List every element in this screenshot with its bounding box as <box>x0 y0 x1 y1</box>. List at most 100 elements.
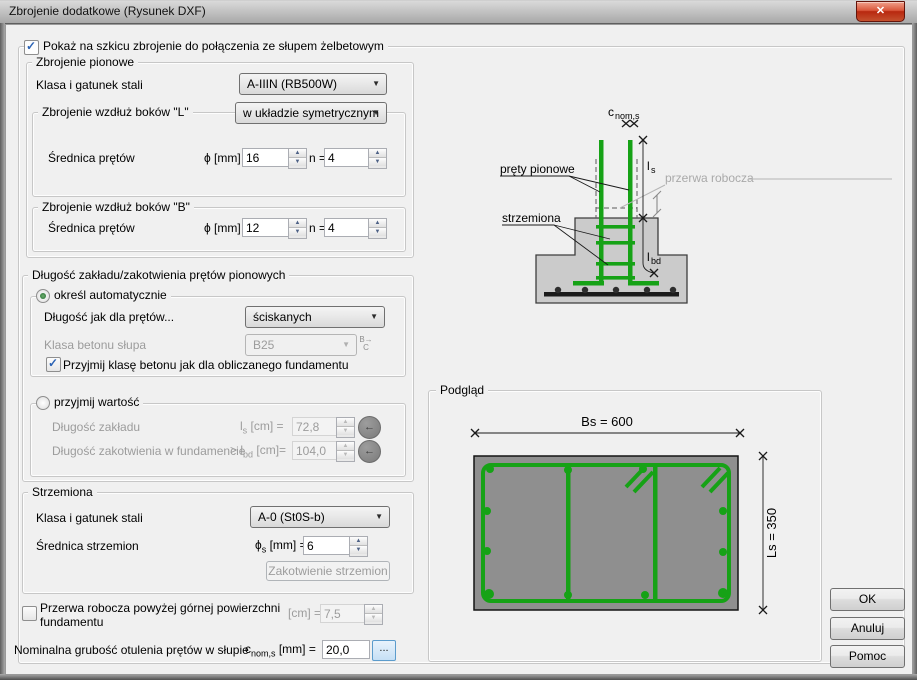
steel-class-select[interactable]: A-IIIN (RB500W) ▼ <box>239 73 387 95</box>
manual-radio[interactable] <box>36 396 50 410</box>
group-sides-b-title: Zbrojenie wzdłuż boków "B" <box>38 200 194 214</box>
cover-symbol-label: cnom,s [mm] = <box>245 642 316 658</box>
spin-up-icon[interactable]: ▲ <box>289 149 306 157</box>
bs-dim-label: Bs = 600 <box>581 414 633 429</box>
window-frame-left <box>0 23 5 675</box>
cancel-button[interactable]: Anuluj <box>830 617 905 640</box>
spin-down-icon: ▼ <box>337 426 354 435</box>
spin-up-icon[interactable]: ▲ <box>350 537 367 545</box>
close-button[interactable]: ✕ <box>856 1 905 22</box>
spin-up-icon: ▲ <box>337 418 354 426</box>
spin-down-icon[interactable]: ▼ <box>289 157 306 166</box>
chevron-down-icon: ▼ <box>372 79 380 88</box>
n-l-spinner[interactable]: ▲ ▼ <box>368 148 387 169</box>
inner-bar-2 <box>653 466 658 600</box>
bars-label: pręty pionowe <box>500 162 575 176</box>
bottom-rebar <box>544 292 679 297</box>
stirrups-diameter-label: Średnica strzemion <box>36 539 139 553</box>
concrete-class-label: Klasa betonu słupa <box>44 338 146 352</box>
check-icon: ✓ <box>26 39 36 53</box>
title-bar[interactable]: Zbrojenie dodatkowe (Rysunek DXF) <box>0 0 917 24</box>
cover-browse-button[interactable]: ... <box>372 640 396 661</box>
phis-spinner[interactable]: ▲ ▼ <box>349 536 368 557</box>
window-title: Zbrojenie dodatkowe (Rysunek DXF) <box>9 4 206 18</box>
window-frame-right <box>912 23 917 675</box>
n-b-spinner[interactable]: ▲ ▼ <box>368 218 387 239</box>
svg-text:nom,s: nom,s <box>615 111 640 121</box>
n-b-input[interactable] <box>324 218 369 237</box>
work-gap-input <box>320 604 365 623</box>
radio-dot <box>40 293 46 299</box>
phi-b-input[interactable] <box>242 218 289 237</box>
spin-down-icon[interactable]: ▼ <box>369 157 386 166</box>
chevron-down-icon: ▼ <box>375 512 383 521</box>
footing-section <box>474 456 738 610</box>
stirrups-label: strzemiona <box>502 211 561 225</box>
ls-spinner: ▲ ▼ <box>336 417 355 438</box>
phis-input[interactable] <box>303 536 350 555</box>
lbd-dim-label: l <box>647 250 650 264</box>
work-gap-unit-label: [cm] = <box>288 606 321 620</box>
work-gap-spinner: ▲ ▼ <box>364 604 383 625</box>
auto-radio[interactable] <box>36 289 50 303</box>
spin-up-icon[interactable]: ▲ <box>369 149 386 157</box>
lbd-symbol-label: > lbd [cm]= <box>230 443 286 459</box>
spin-down-icon[interactable]: ▼ <box>350 545 367 554</box>
check-icon: ✓ <box>48 356 58 370</box>
cover-input[interactable] <box>322 640 370 659</box>
length-as-label: Długość jak dla prętów... <box>44 310 174 324</box>
ls-preview-dim-label: Ls = 350 <box>764 508 779 558</box>
work-gap-checkbox[interactable] <box>22 606 37 621</box>
steel-class-value: A-IIIN (RB500W) <box>247 77 337 91</box>
work-gap-label-line1: Przerwa robocza powyżej górnej powierzch… <box>40 601 280 615</box>
work-gap-note: przerwa robocza <box>665 171 754 185</box>
group-manual <box>30 403 406 477</box>
svg-text:s: s <box>651 165 656 175</box>
cnom-dim-ticks <box>622 120 638 127</box>
manual-radio-label: przyjmij wartość <box>50 395 143 409</box>
left-arrow-icon: ← <box>364 421 375 433</box>
spin-down-icon: ▼ <box>365 613 382 622</box>
stirrups-steel-value: A-0 (St0S-b) <box>258 510 325 524</box>
spin-down-icon[interactable]: ▼ <box>289 227 306 236</box>
close-icon: ✕ <box>876 5 885 17</box>
phi-l-input[interactable] <box>242 148 289 167</box>
spin-down-icon: ▼ <box>337 450 354 459</box>
phi-l-spinner[interactable]: ▲ ▼ <box>288 148 307 169</box>
ls-calc-button[interactable]: ← <box>358 416 381 439</box>
phi-b-spinner[interactable]: ▲ ▼ <box>288 218 307 239</box>
ls-input <box>292 417 337 436</box>
inner-bar-1 <box>566 466 571 600</box>
layout-select[interactable]: w układzie symetrycznym ▼ <box>235 102 387 124</box>
cnom-label: c <box>608 105 614 119</box>
lbd-spinner: ▲ ▼ <box>336 441 355 462</box>
lbd-calc-button[interactable]: ← <box>358 440 381 463</box>
spin-down-icon[interactable]: ▼ <box>369 227 386 236</box>
diameter-l-label: Średnica prętów <box>48 151 135 165</box>
lbd-input <box>292 441 337 460</box>
concrete-convert-icon[interactable]: B→ C <box>359 336 373 352</box>
stirrup-anchor-button: Zakotwienie strzemion <box>266 561 390 581</box>
ok-button[interactable]: OK <box>830 588 905 611</box>
stirrups-steel-select[interactable]: A-0 (St0S-b) ▼ <box>250 506 390 528</box>
spin-up-icon[interactable]: ▲ <box>289 219 306 227</box>
chevron-down-icon: ▼ <box>370 312 378 321</box>
spin-up-icon[interactable]: ▲ <box>369 219 386 227</box>
show-sketch-label: Pokaż na szkicu zbrojenie do połączenia … <box>39 39 388 53</box>
window-frame-bottom <box>0 674 917 680</box>
cover-label: Nominalna grubość otulenia prętów w słup… <box>14 643 249 657</box>
show-sketch-checkbox[interactable]: ✓ <box>24 40 39 55</box>
n-l-input[interactable] <box>324 148 369 167</box>
group-vertical-title: Zbrojenie pionowe <box>32 55 138 69</box>
svg-text:bd: bd <box>651 256 661 266</box>
anchor-length-label: Długość zakotwienia w fundamencie <box>52 444 245 458</box>
length-as-select[interactable]: ściskanych ▼ <box>245 306 385 328</box>
length-as-value: ściskanych <box>253 310 312 324</box>
concrete-class-select: B25 ▼ <box>245 334 357 356</box>
use-foundation-concrete-checkbox[interactable]: ✓ <box>46 357 61 372</box>
foundation-sketch: pręty pionowe strzemiona przerwa robocza… <box>450 95 905 325</box>
concrete-class-value: B25 <box>253 338 274 352</box>
group-stirrups-title: Strzemiona <box>28 485 97 499</box>
help-button[interactable]: Pomoc <box>830 645 905 668</box>
spin-up-icon: ▲ <box>337 442 354 450</box>
